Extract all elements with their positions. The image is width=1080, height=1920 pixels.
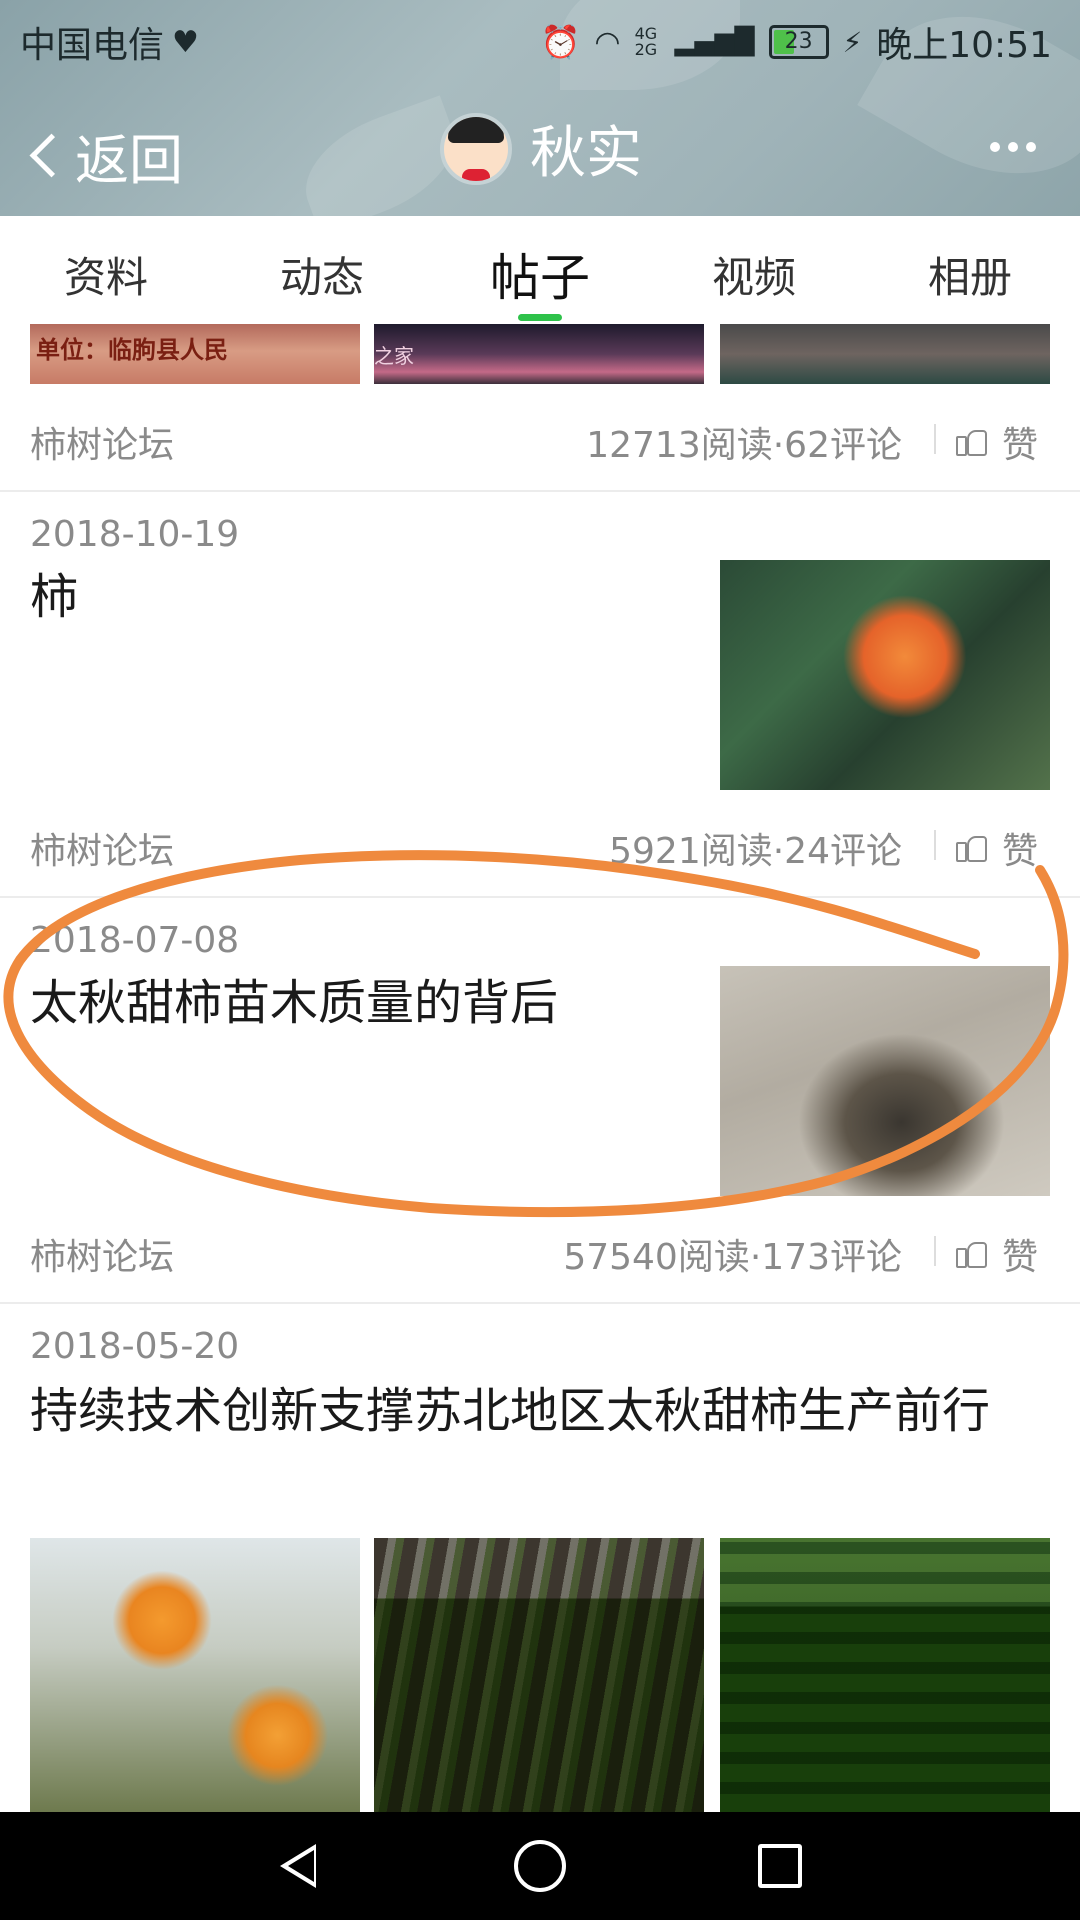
post-source[interactable]: 柿树论坛 bbox=[30, 416, 174, 468]
post-image[interactable] bbox=[30, 1538, 360, 1812]
post-feed[interactable]: 单位：临朐县人民 之家 柿树论坛 12713阅读·62评论 赞 2018-10-… bbox=[0, 324, 1080, 1812]
tab-bar: 资料 动态 帖子 视频 相册 bbox=[0, 216, 1080, 324]
post-title[interactable]: 太秋甜柿苗木质量的背后 bbox=[30, 970, 558, 1036]
nav-home-icon[interactable] bbox=[514, 1840, 566, 1892]
back-label: 返回 bbox=[75, 129, 183, 192]
post-date: 2018-05-20 bbox=[30, 1326, 240, 1367]
post-image[interactable] bbox=[720, 1538, 1050, 1812]
battery-icon: 23 bbox=[768, 25, 829, 59]
profile-title: 秋实 bbox=[440, 108, 642, 189]
clock-time: 晚上10:51 bbox=[876, 25, 1052, 66]
like-label: 赞 bbox=[1002, 831, 1039, 872]
post-image[interactable] bbox=[374, 1538, 704, 1812]
status-bar: 中国电信 ♥ ⏰ ◠ 4G 2G ▂▄▆█ 23 ⚡ 晚上10:51 bbox=[0, 0, 1080, 76]
alarm-icon: ⏰ bbox=[540, 23, 581, 61]
more-options-icon[interactable] bbox=[990, 142, 1036, 152]
post-title[interactable]: 柿 bbox=[30, 564, 78, 630]
post-date: 2018-10-19 bbox=[30, 514, 240, 555]
active-tab-indicator bbox=[518, 314, 562, 321]
thumbs-up-icon bbox=[956, 1240, 987, 1268]
tab-posts[interactable]: 帖子 bbox=[490, 238, 590, 310]
signal-icon: ▂▄▆█ bbox=[674, 27, 755, 57]
thumbs-up-icon bbox=[956, 428, 987, 456]
post-source[interactable]: 柿树论坛 bbox=[30, 822, 174, 874]
nav-back-icon[interactable] bbox=[280, 1844, 316, 1888]
divider bbox=[0, 896, 1080, 898]
post-image[interactable] bbox=[720, 560, 1050, 790]
like-label: 赞 bbox=[1002, 425, 1039, 466]
post-stats: 57540阅读·173评论 bbox=[563, 1237, 902, 1278]
tab-profile[interactable]: 资料 bbox=[64, 244, 148, 305]
post-stats: 12713阅读·62评论 bbox=[586, 425, 902, 466]
divider bbox=[934, 1236, 936, 1266]
heart-rate-icon: ♥ bbox=[172, 24, 199, 60]
like-label: 赞 bbox=[1002, 1237, 1039, 1278]
thumbs-up-icon bbox=[956, 834, 987, 862]
post-image[interactable] bbox=[720, 966, 1050, 1196]
header: 中国电信 ♥ ⏰ ◠ 4G 2G ▂▄▆█ 23 ⚡ 晚上10:51 返回 秋实 bbox=[0, 0, 1080, 216]
post-source[interactable]: 柿树论坛 bbox=[30, 1228, 174, 1280]
image-caption-text: 单位：临朐县人民 bbox=[36, 336, 228, 364]
like-button[interactable]: 赞 bbox=[956, 1228, 1038, 1280]
divider bbox=[0, 490, 1080, 492]
battery-level: 23 bbox=[784, 29, 813, 54]
like-button[interactable]: 赞 bbox=[956, 822, 1038, 874]
charging-icon: ⚡ bbox=[842, 25, 863, 59]
avatar[interactable] bbox=[440, 112, 512, 185]
post-date: 2018-07-08 bbox=[30, 920, 240, 961]
divider bbox=[934, 830, 936, 860]
post-image[interactable]: 之家 bbox=[374, 324, 704, 384]
divider bbox=[934, 424, 936, 454]
like-button[interactable]: 赞 bbox=[956, 416, 1038, 468]
nav-recents-icon[interactable] bbox=[758, 1844, 802, 1888]
post-image[interactable] bbox=[720, 324, 1050, 384]
tab-activity[interactable]: 动态 bbox=[280, 244, 364, 305]
divider bbox=[0, 1302, 1080, 1304]
post-stats: 5921阅读·24评论 bbox=[609, 831, 902, 872]
post-title[interactable]: 持续技术创新支撑苏北地区太秋甜柿生产前行 bbox=[30, 1378, 1050, 1444]
navigation-bar: 返回 秋实 bbox=[0, 80, 1080, 216]
back-button[interactable]: 返回 bbox=[28, 116, 183, 195]
wifi-icon: ◠ bbox=[594, 24, 621, 60]
image-caption-text: 之家 bbox=[374, 344, 414, 368]
chevron-left-icon bbox=[29, 133, 74, 178]
post-image[interactable]: 单位：临朐县人民 bbox=[30, 324, 360, 384]
carrier-label: 中国电信 bbox=[20, 25, 165, 66]
network-type-label: 4G 2G bbox=[634, 24, 658, 59]
tab-videos[interactable]: 视频 bbox=[712, 244, 796, 305]
system-navigation-bar bbox=[0, 1812, 1080, 1920]
page-title: 秋实 bbox=[530, 121, 642, 186]
tab-album[interactable]: 相册 bbox=[928, 244, 1012, 305]
